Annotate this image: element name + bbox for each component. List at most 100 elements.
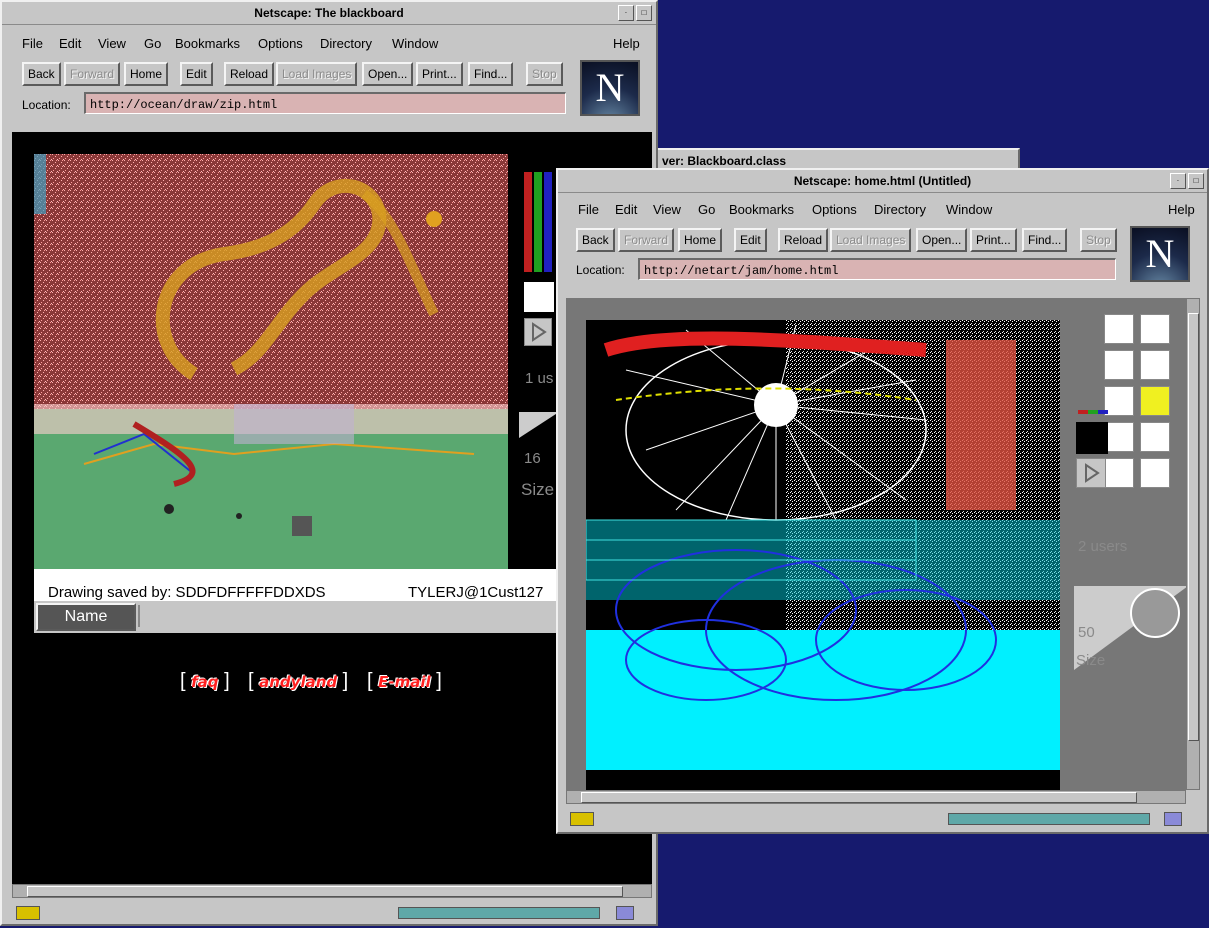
color-bars-2[interactable] — [1078, 410, 1108, 414]
reload-button-2[interactable]: Reload — [778, 228, 829, 252]
hscroll-thumb-2[interactable] — [581, 792, 1137, 803]
splatter-brush-icon[interactable] — [1140, 314, 1170, 344]
open-button-2[interactable]: Open... — [916, 228, 968, 252]
location-field[interactable]: http://ocean/draw/zip.html — [84, 92, 566, 114]
progress-bar — [398, 907, 600, 919]
selected-brush-icon[interactable] — [1140, 386, 1170, 416]
home-button[interactable]: Home — [124, 62, 169, 86]
toolbar: Back Forward Home Edit Reload Load Image… — [10, 62, 650, 86]
netscape-logo-2[interactable]: N — [1130, 226, 1190, 282]
play-icon[interactable] — [524, 318, 552, 346]
back-button[interactable]: Back — [22, 62, 61, 86]
size-label: Size — [521, 480, 555, 499]
arrow-brush-icon[interactable] — [1104, 350, 1134, 380]
color-swatch-2[interactable] — [1076, 422, 1108, 454]
burst-brush-icon[interactable] — [1104, 458, 1134, 488]
minimize-button-2[interactable]: · — [1170, 173, 1186, 189]
toolbar-2: Back Forward Home Edit Reload Load Image… — [566, 228, 1206, 252]
texture-brush-icon[interactable] — [1140, 458, 1170, 488]
menu-options[interactable]: Options — [258, 36, 303, 51]
forward-button-2[interactable]: Forward — [618, 228, 675, 252]
edit-button[interactable]: Edit — [180, 62, 213, 86]
page-content-2: 2 users 50 Size — [566, 298, 1186, 790]
status-bar-2 — [566, 810, 1196, 828]
color-swatch[interactable] — [524, 282, 554, 312]
menu-view[interactable]: View — [98, 36, 126, 51]
security-key-icon-2[interactable] — [570, 812, 594, 826]
saved-by-text: Drawing saved by: SDDFDFFFFFDDXDS — [48, 584, 326, 601]
vertical-scrollbar-2[interactable] — [1186, 298, 1200, 790]
name-button[interactable]: Name — [36, 603, 136, 631]
menu-options-2[interactable]: Options — [812, 202, 857, 217]
vscroll-thumb-2[interactable] — [1188, 313, 1199, 741]
menu-edit-2[interactable]: Edit — [615, 202, 637, 217]
faq-link-label: faq — [191, 673, 219, 691]
mail-icon[interactable] — [616, 906, 634, 920]
print-button-2[interactable]: Print... — [970, 228, 1017, 252]
blob-brush-icon[interactable] — [1104, 314, 1134, 344]
email-link[interactable]: [ E-mail ] — [367, 670, 442, 693]
menu-bar-2: File Edit View Go Bookmarks Options Dire… — [564, 198, 1201, 220]
menu-view-2[interactable]: View — [653, 202, 681, 217]
menu-file-2[interactable]: File — [578, 202, 599, 217]
stop-button[interactable]: Stop — [526, 62, 563, 86]
location-field-2[interactable]: http://netart/jam/home.html — [638, 258, 1116, 280]
horizontal-scrollbar-2[interactable] — [566, 790, 1186, 804]
line-brush-icon[interactable] — [1104, 422, 1134, 452]
menu-edit[interactable]: Edit — [59, 36, 81, 51]
fan-brush-icon[interactable] — [1140, 350, 1170, 380]
email-link-label: E-mail — [378, 673, 431, 691]
menu-window-2[interactable]: Window — [946, 202, 992, 217]
print-button[interactable]: Print... — [416, 62, 463, 86]
find-button-2[interactable]: Find... — [1022, 228, 1068, 252]
open-button[interactable]: Open... — [362, 62, 414, 86]
color-bars[interactable] — [524, 172, 554, 272]
location-label: Location: — [22, 98, 71, 112]
menu-go[interactable]: Go — [144, 36, 161, 51]
stop-button-2[interactable]: Stop — [1080, 228, 1117, 252]
reload-button[interactable]: Reload — [224, 62, 275, 86]
size-label-2: Size — [1076, 652, 1106, 669]
menu-bar: File Edit View Go Bookmarks Options Dire… — [8, 32, 650, 54]
menu-help[interactable]: Help — [613, 36, 640, 51]
horizontal-scrollbar[interactable] — [12, 884, 652, 898]
scroll-thumb[interactable] — [27, 886, 623, 897]
home-button-2[interactable]: Home — [678, 228, 723, 252]
window-title: Netscape: The blackboard — [2, 2, 656, 25]
scatter-brush-icon[interactable] — [1140, 422, 1170, 452]
blackboard-canvas[interactable] — [34, 154, 508, 569]
menu-directory[interactable]: Directory — [320, 36, 372, 51]
size-triangle[interactable] — [519, 412, 559, 438]
users-count: 1 us — [525, 370, 554, 387]
maximize-button-2[interactable]: □ — [1188, 173, 1204, 189]
menu-file[interactable]: File — [22, 36, 43, 51]
menu-help-2[interactable]: Help — [1168, 202, 1195, 217]
security-key-icon[interactable] — [16, 906, 40, 920]
netscape-logo[interactable]: N — [580, 60, 640, 116]
faq-link[interactable]: [ faq ] — [180, 670, 230, 693]
menu-bookmarks-2[interactable]: Bookmarks — [729, 202, 794, 217]
browser-window-home[interactable]: Netscape: home.html (Untitled) · □ File … — [556, 168, 1209, 834]
window-title-2: Netscape: home.html (Untitled) — [558, 170, 1207, 193]
menu-bookmarks[interactable]: Bookmarks — [175, 36, 240, 51]
size-circle[interactable] — [1130, 588, 1180, 638]
maximize-button[interactable]: □ — [636, 5, 652, 21]
mail-icon-2[interactable] — [1164, 812, 1182, 826]
progress-bar-2 — [948, 813, 1150, 825]
menu-directory-2[interactable]: Directory — [874, 202, 926, 217]
find-button[interactable]: Find... — [468, 62, 514, 86]
back-button-2[interactable]: Back — [576, 228, 615, 252]
load-images-button[interactable]: Load Images — [276, 62, 358, 86]
jam-canvas[interactable] — [586, 320, 1060, 790]
users-count-2: 2 users — [1078, 538, 1128, 555]
minimize-button[interactable]: · — [618, 5, 634, 21]
wireframe-brush-icon[interactable] — [1104, 386, 1134, 416]
play-icon-2[interactable] — [1076, 458, 1106, 488]
menu-go-2[interactable]: Go — [698, 202, 715, 217]
saved-by-user: TYLERJ@1Cust127 — [408, 584, 544, 601]
forward-button[interactable]: Forward — [64, 62, 121, 86]
edit-button-2[interactable]: Edit — [734, 228, 767, 252]
menu-window[interactable]: Window — [392, 36, 438, 51]
andyland-link[interactable]: [ andyland ] — [248, 670, 348, 693]
load-images-button-2[interactable]: Load Images — [830, 228, 912, 252]
